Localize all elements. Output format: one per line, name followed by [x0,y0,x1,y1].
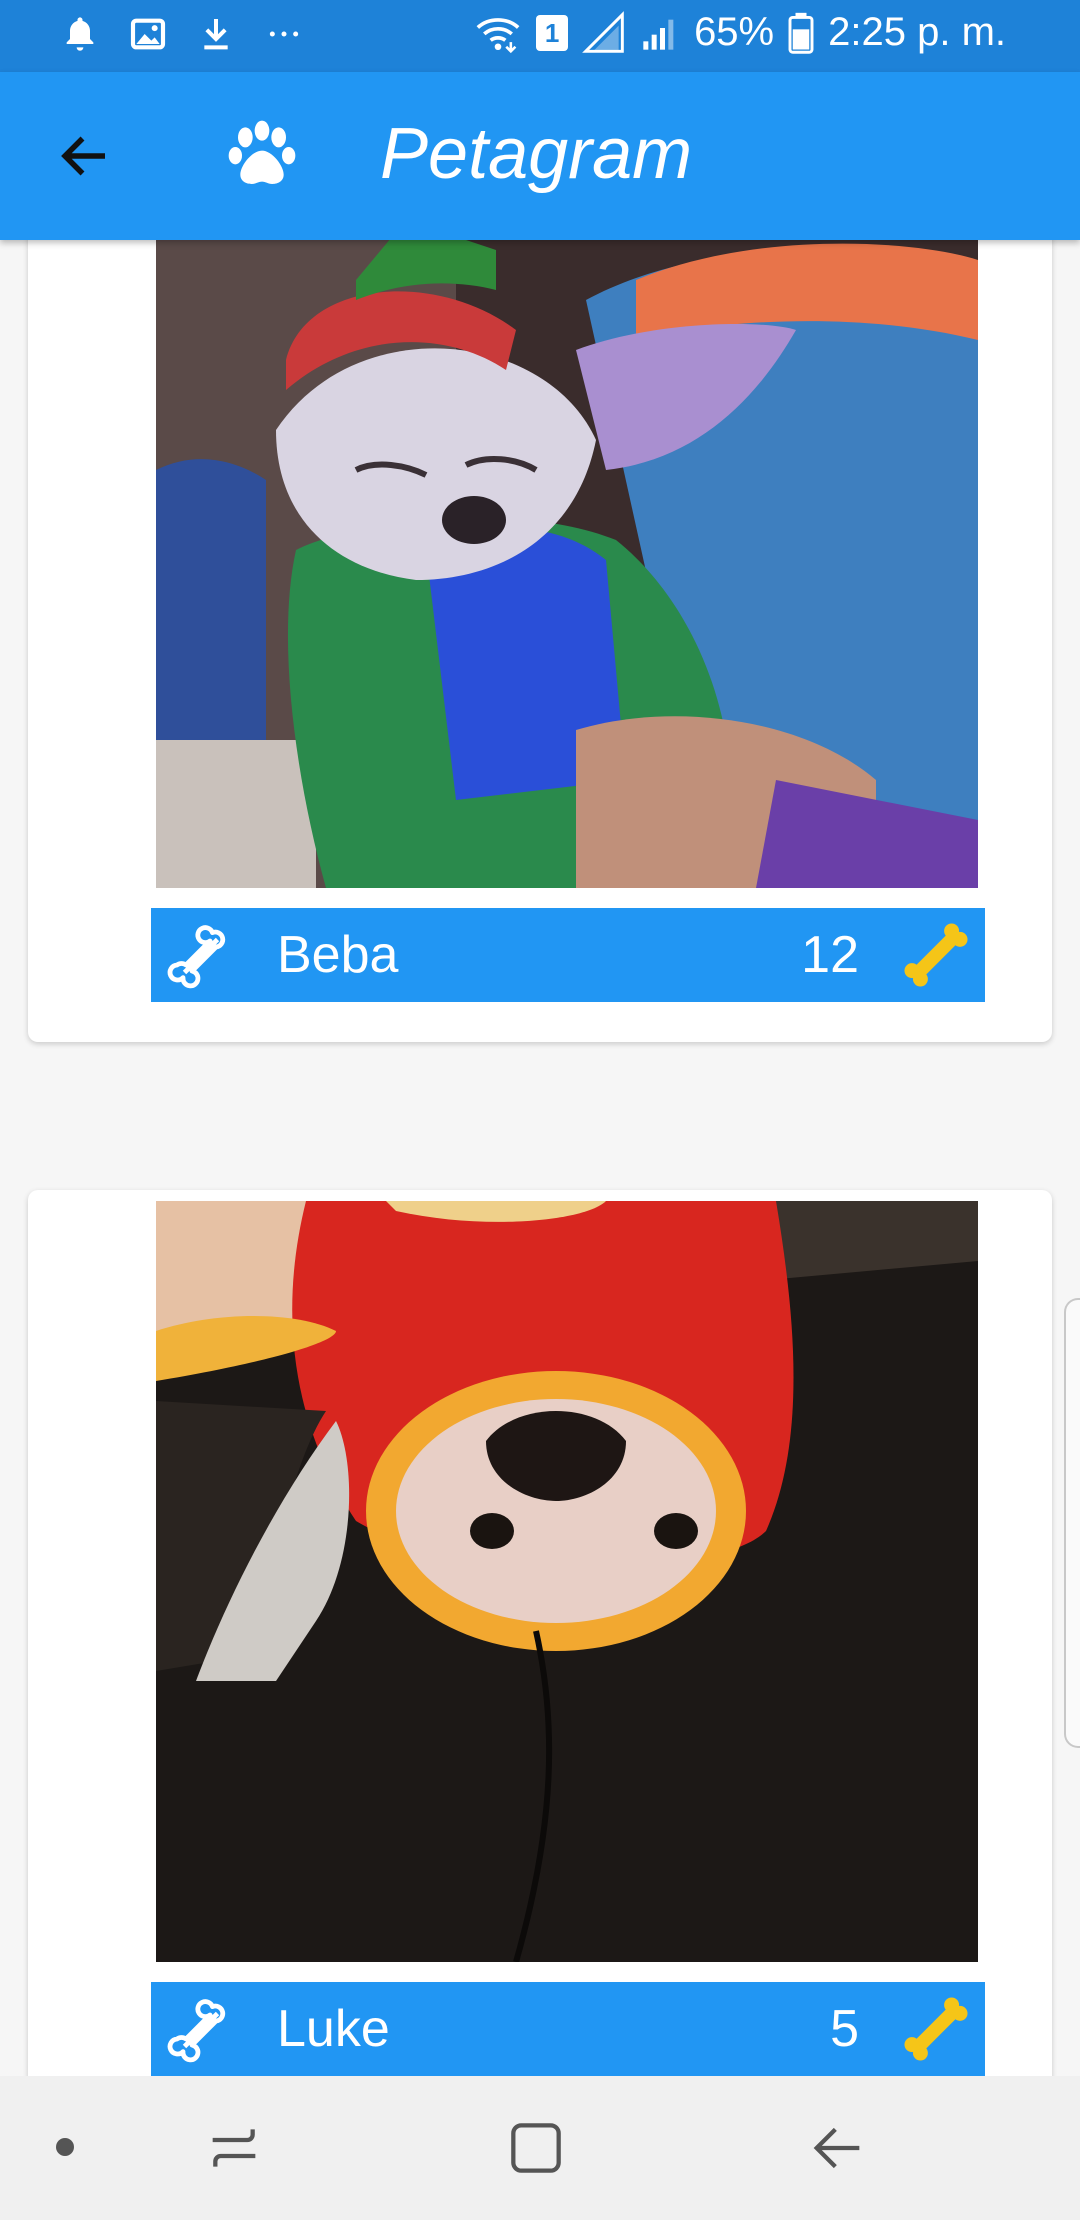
status-bar: 1 65% 2:25 p. m. [0,0,1080,72]
status-notifications [60,14,304,54]
paw-icon [222,114,302,194]
sim-icon: 1 [536,14,569,51]
pet-card[interactable]: Luke 5 [28,1190,1052,2076]
recents-icon[interactable] [202,2116,266,2180]
battery-percent: 65% [694,10,775,54]
status-system: 1 65% 2:25 p. m. [474,10,1006,55]
bone-gold-icon [897,916,975,994]
more-dots-icon [264,14,304,54]
arrow-back-icon[interactable] [50,126,120,186]
app-bar: Petagram [0,72,1080,240]
app-title: Petagram [380,114,693,194]
likes-count: 12 [801,926,859,984]
bone-icon[interactable] [165,1994,237,2066]
signal-icon [582,10,626,55]
battery-icon [788,11,814,55]
gallery-icon [128,14,168,54]
bone-icon[interactable] [165,920,237,992]
edge-panel-handle[interactable] [1064,1298,1080,1748]
back-icon[interactable] [806,2116,870,2180]
bone-gold-icon [897,1990,975,2068]
pet-name: Beba [277,926,399,984]
pet-name: Luke [277,2000,390,2058]
pet-list[interactable]: Beba 12 Luke 5 [0,240,1080,2076]
pet-info-bar: Luke 5 [151,1982,985,2076]
home-icon[interactable] [504,2116,568,2180]
clock: 2:25 p. m. [828,10,1006,54]
sim-badge: 1 [544,17,560,48]
signal-icon [640,11,680,55]
pet-info-bar: Beba 12 [151,908,985,1002]
likes-count: 5 [830,2000,859,2058]
system-nav-bar [0,2076,1080,2220]
download-icon [196,14,236,54]
dot-icon[interactable] [56,2138,74,2156]
pet-photo [156,1201,978,1962]
wifi-icon [474,11,522,55]
notification-bell-icon [60,14,100,54]
pet-card[interactable]: Beba 12 [28,240,1052,1042]
pet-photo [156,240,978,888]
